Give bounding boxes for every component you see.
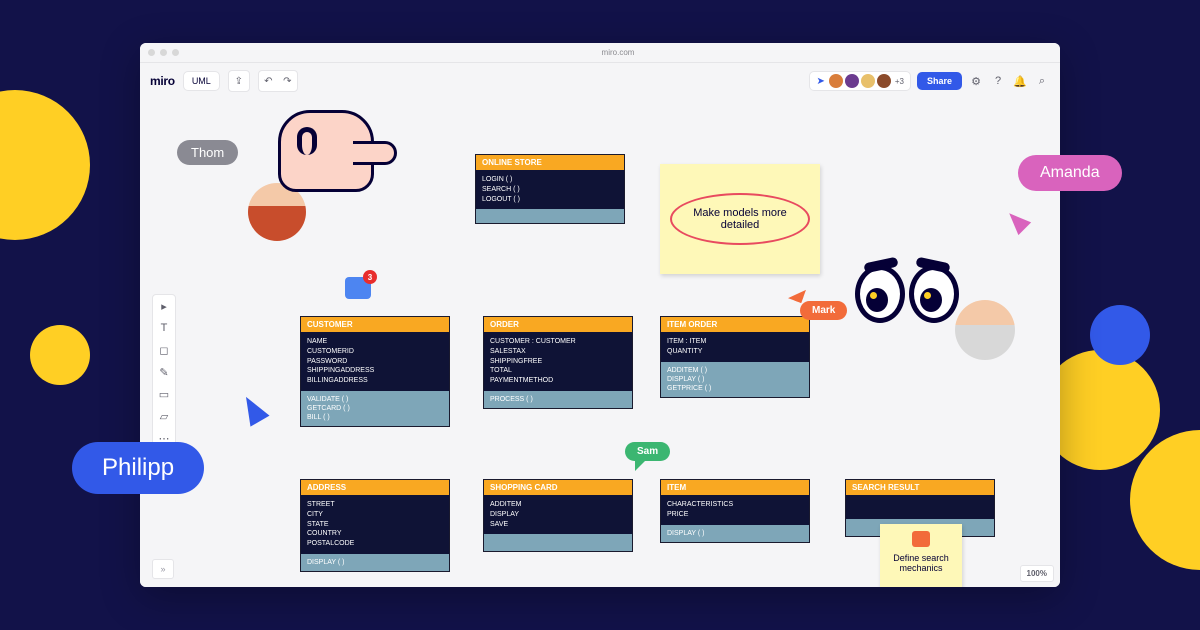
hand-sticker-icon (278, 110, 374, 192)
uml-ops (484, 534, 632, 551)
redo-icon[interactable]: ↷ (283, 76, 291, 87)
miro-logo[interactable]: miro (150, 74, 175, 88)
sticky-tool-icon[interactable]: ◻ (153, 339, 175, 361)
uml-attrs: ADDITEM DISPLAY SAVE (484, 495, 632, 534)
cursor-tag-thom: Thom (177, 140, 238, 165)
undo-redo[interactable]: ↶↷ (258, 70, 298, 92)
tool-palette: ▸ T ◻ ✎ ▭ ▱ ⋯ (152, 294, 176, 450)
uml-attrs (846, 495, 994, 519)
uml-title: ITEM (661, 480, 809, 495)
avatar[interactable] (877, 74, 891, 88)
comment-count-badge: 3 (363, 270, 377, 284)
uml-title: ITEM ORDER (661, 317, 809, 332)
uml-title: CUSTOMER (301, 317, 449, 332)
uml-ops (476, 209, 624, 223)
settings-icon[interactable]: ⚙ (968, 73, 984, 89)
cursor-tag-amanda: Amanda (1018, 155, 1122, 191)
sticky-note[interactable]: Define search mechanics (880, 524, 962, 587)
uml-title: SEARCH RESULT (846, 480, 994, 495)
presence-overflow[interactable]: +3 (895, 77, 904, 86)
cursor-tag-sam: Sam (625, 442, 670, 461)
shape-tool-icon[interactable]: ▭ (153, 383, 175, 405)
uml-class-address[interactable]: ADDRESS STREET CITY STATE COUNTRY POSTAL… (300, 479, 450, 572)
uml-attrs: ITEM : ITEM QUANTITY (661, 332, 809, 362)
uml-title: SHOPPING CARD (484, 480, 632, 495)
uml-class-online-store[interactable]: ONLINE STORE LOGIN ( ) SEARCH ( ) LOGOUT… (475, 154, 625, 224)
cursor-icon: ➤ (816, 76, 824, 87)
eyes-sticker-icon (855, 265, 959, 323)
collapse-icon[interactable]: » (152, 559, 174, 579)
pen-tool-icon[interactable]: ✎ (153, 361, 175, 383)
comment-thread-icon[interactable]: 3 (345, 277, 371, 299)
bg-circle (30, 325, 90, 385)
bg-circle (1090, 305, 1150, 365)
undo-icon[interactable]: ↶ (264, 76, 272, 87)
uml-class-customer[interactable]: CUSTOMER NAME CUSTOMERID PASSWORD SHIPPI… (300, 316, 450, 427)
uml-class-order[interactable]: ORDER CUSTOMER : CUSTOMER SALESTAX SHIPP… (483, 316, 633, 409)
cursor-tag-philipp: Philipp (72, 442, 204, 494)
url-bar[interactable]: miro.com (184, 48, 1052, 57)
frame-tool-icon[interactable]: ▱ (153, 405, 175, 427)
uml-attrs: STREET CITY STATE COUNTRY POSTALCODE (301, 495, 449, 554)
uml-title: ORDER (484, 317, 632, 332)
browser-chrome: miro.com (140, 43, 1060, 63)
uml-attrs: CUSTOMER : CUSTOMER SALESTAX SHIPPINGFRE… (484, 332, 632, 391)
uml-class-shopping-card[interactable]: SHOPPING CARD ADDITEM DISPLAY SAVE (483, 479, 633, 552)
bg-circle (0, 90, 90, 240)
uml-title: ONLINE STORE (476, 155, 624, 170)
avatar-photo (955, 300, 1015, 360)
text-tool-icon[interactable]: T (153, 317, 175, 339)
select-tool-icon[interactable]: ▸ (153, 295, 175, 317)
avatar[interactable] (861, 74, 875, 88)
uml-ops: VALIDATE ( ) GETCARD ( ) BILL ( ) (301, 391, 449, 426)
uml-attrs: CHARACTERISTICS PRICE (661, 495, 809, 525)
traffic-light-icon[interactable] (172, 49, 179, 56)
app-topbar: miro UML ⇪ ↶↷ ➤ +3 Share ⚙ ? 🔔 ⌕ (140, 63, 1060, 99)
cursor-tag-mark: Mark (800, 301, 847, 320)
sticky-text: Make models more detailed (670, 193, 810, 245)
share-button[interactable]: Share (917, 72, 962, 90)
avatar[interactable] (829, 74, 843, 88)
comment-icon[interactable] (912, 531, 930, 547)
search-icon[interactable]: ⌕ (1034, 73, 1050, 89)
avatar[interactable] (845, 74, 859, 88)
traffic-light-icon[interactable] (160, 49, 167, 56)
traffic-light-icon[interactable] (148, 49, 155, 56)
zoom-indicator[interactable]: 100% (1020, 565, 1054, 582)
uml-attrs: LOGIN ( ) SEARCH ( ) LOGOUT ( ) (476, 170, 624, 209)
board-title[interactable]: UML (183, 71, 220, 91)
uml-ops: DISPLAY ( ) (301, 554, 449, 571)
sticky-note[interactable]: Make models more detailed (660, 164, 820, 274)
uml-class-item[interactable]: ITEM CHARACTERISTICS PRICE DISPLAY ( ) (660, 479, 810, 543)
uml-ops: ADDITEM ( ) DISPLAY ( ) GETPRICE ( ) (661, 362, 809, 397)
bell-icon[interactable]: 🔔 (1012, 73, 1028, 89)
sticky-text: Define search mechanics (890, 553, 952, 573)
export-icon[interactable]: ⇪ (228, 70, 250, 92)
uml-class-item-order[interactable]: ITEM ORDER ITEM : ITEM QUANTITY ADDITEM … (660, 316, 810, 398)
uml-ops: DISPLAY ( ) (661, 525, 809, 542)
uml-title: ADDRESS (301, 480, 449, 495)
help-icon[interactable]: ? (990, 73, 1006, 89)
presence-bar[interactable]: ➤ +3 (809, 71, 911, 91)
uml-ops: PROCESS ( ) (484, 391, 632, 408)
uml-attrs: NAME CUSTOMERID PASSWORD SHIPPINGADDRESS… (301, 332, 449, 391)
